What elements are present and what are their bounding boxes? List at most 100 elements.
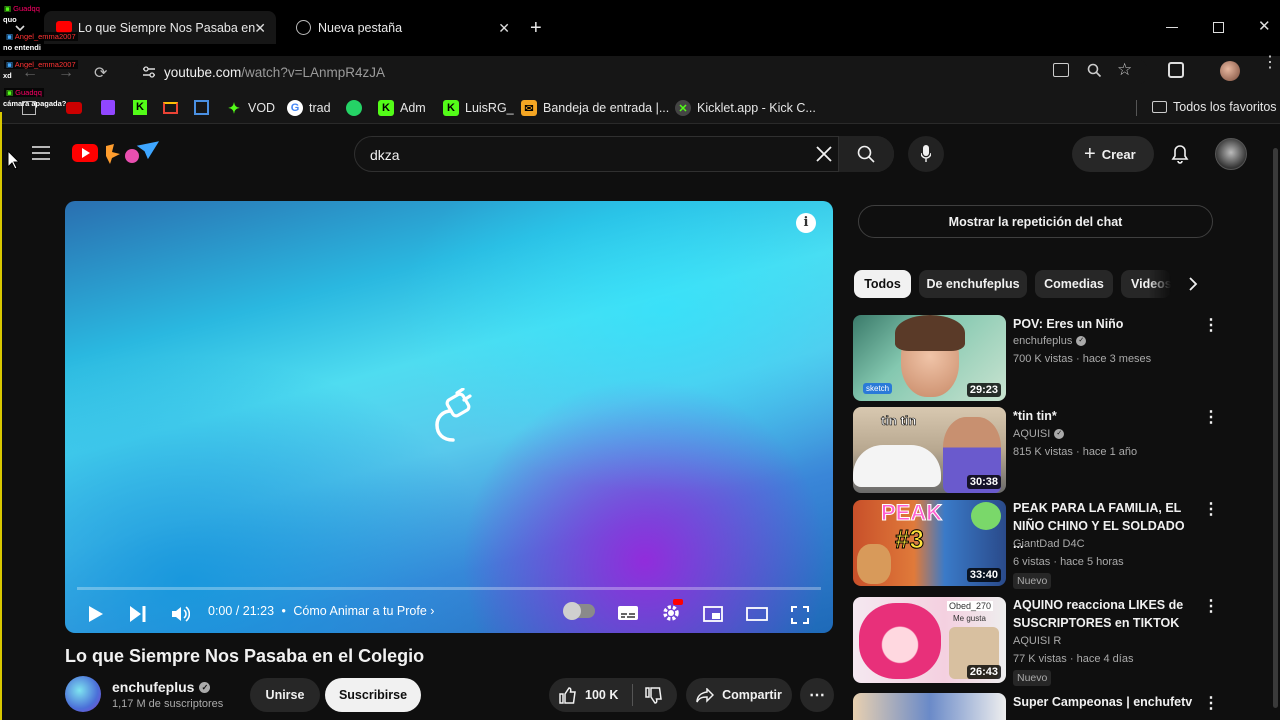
video-title[interactable]: POV: Eres un Niño [1013,315,1193,333]
search-bar[interactable] [354,136,894,172]
video-title[interactable]: *tin tin* [1013,407,1193,425]
chat-text: no entendi [3,43,41,52]
notifications-bell-icon[interactable] [1171,145,1189,164]
dislike-button[interactable] [645,686,663,704]
close-icon[interactable]: ✕ [498,20,510,37]
share-label: Compartir [722,688,782,702]
like-button[interactable]: 100 K [559,686,619,704]
video-title[interactable]: AQUINO reacciona LIKES de SUSCRIPTORES e… [1013,596,1193,632]
page-scrollbar[interactable] [1273,148,1278,708]
like-count: 100 K [585,688,619,702]
autoplay-toggle[interactable] [563,602,595,620]
extensions-icon[interactable] [1168,62,1184,78]
minimize-icon[interactable] [1166,27,1178,28]
create-button[interactable]: + Crear [1072,136,1154,172]
all-bookmarks[interactable]: Todos los favoritos [1152,100,1277,114]
video-title[interactable]: Super Campeonas | enchufetv [1013,693,1203,711]
theater-mode-icon[interactable] [746,606,768,622]
more-vertical-icon[interactable]: ⋮ [1203,410,1219,426]
chip-videos[interactable]: Videos [1121,270,1171,298]
whatsapp-bookmark-icon[interactable] [346,100,362,116]
bookmark-vod[interactable]: ✦ VOD [226,100,275,116]
chip-todos[interactable]: Todos [854,270,911,298]
video-channel[interactable]: AQUISI R [1013,633,1061,649]
progress-bar[interactable] [77,587,821,590]
bookmark-luisrg[interactable]: K LuisRG_ [443,100,514,116]
channel-avatar[interactable] [65,676,101,712]
video-thumbnail[interactable]: Obed_270 Me gusta 26:43 [853,597,1006,683]
gmail-bookmark-icon[interactable] [163,102,178,114]
close-icon[interactable]: ✕ [254,20,266,37]
browser-menu-icon[interactable]: ⋮ [1262,55,1278,71]
profile-avatar[interactable] [1220,61,1240,81]
chip-comedias[interactable]: Comedias [1035,270,1113,298]
hamburger-menu-icon[interactable] [32,146,50,160]
video-thumbnail[interactable]: PEAK #3 33:40 [853,500,1006,586]
zoom-icon[interactable] [1087,63,1102,78]
time-text: 0:00 / 21:23 [208,604,275,618]
join-label: Unirse [265,688,305,702]
chapter-title[interactable]: Cómo Animar a tu Profe [293,604,426,618]
mouse-cursor-icon [7,150,19,170]
verified-icon: ✓ [199,681,211,693]
clear-search-icon[interactable] [815,145,833,163]
plus-icon: + [1084,143,1096,165]
bookmark-bandeja[interactable]: ✉ Bandeja de entrada |... [521,100,669,116]
restore-icon[interactable] [1213,22,1224,33]
more-vertical-icon[interactable]: ⋮ [1203,502,1219,518]
search-button[interactable] [838,136,894,172]
video-player[interactable]: i 0:00 / 21:23 • Cómo Animar a tu Profe … [65,201,833,633]
search-input[interactable] [370,145,800,165]
video-thumbnail[interactable]: sketch 29:23 [853,315,1006,401]
bookmark-adm[interactable]: K Adm [378,100,426,116]
time-display: 0:00 / 21:23 • Cómo Animar a tu Profe › [208,604,435,618]
chat-replay-button[interactable]: Mostrar la repetición del chat [858,205,1213,238]
video-meta: 700 K vistas · hace 3 meses [1013,353,1152,365]
miniplayer-icon[interactable] [703,606,723,622]
chip-label: De enchufeplus [926,277,1020,291]
video-channel[interactable]: AQUISI ✓ [1013,426,1065,442]
bookmark-kicklet[interactable]: ✕ Kicklet.app - Kick C... [675,100,816,116]
volume-icon[interactable] [172,606,190,622]
subscribe-button[interactable]: Suscribirse [325,678,421,712]
thumbnail-text: tin tin [881,413,917,429]
thumbnail-character [859,603,941,679]
bookmark-trad[interactable]: Gtrad [287,100,331,116]
settings-gear-icon[interactable] [661,599,683,623]
info-icon[interactable]: i [796,213,816,233]
more-vertical-icon[interactable]: ⋮ [1203,696,1219,712]
app-bookmark-icon[interactable] [194,100,209,115]
channel-name[interactable]: enchufeplus ✓ [112,679,211,695]
next-button[interactable] [130,606,146,622]
bookmark-star-icon[interactable]: ☆ [1117,60,1132,80]
channel-name: AQUISI [1013,428,1051,440]
account-avatar[interactable] [1215,138,1247,170]
search-icon [857,145,875,163]
subtitles-icon[interactable] [618,606,638,620]
share-button[interactable]: Compartir [686,678,792,712]
chip-channel[interactable]: De enchufeplus [919,270,1027,298]
more-vertical-icon[interactable]: ⋮ [1203,599,1219,615]
kicklet-icon: ✕ [675,100,691,116]
close-window-icon[interactable]: ✕ [1258,17,1271,35]
play-button[interactable] [89,606,103,622]
new-tab-plus-icon[interactable]: + [530,18,542,38]
address-bar[interactable]: youtube.com/watch?v=LAnmpR4zJA [136,58,1148,86]
video-thumbnail[interactable] [853,693,1006,720]
chevron-right-icon[interactable] [1188,277,1198,291]
subscriber-count: 1,17 M de suscriptores [112,698,224,710]
bookmark-label: Todos los favoritos [1173,100,1277,114]
video-thumbnail[interactable]: tin tin 30:38 [853,407,1006,493]
join-button[interactable]: Unirse [250,678,320,712]
globe-icon [296,20,311,35]
video-channel[interactable]: enchufeplus ✓ [1013,333,1087,349]
tab-new[interactable]: Nueva pestaña ✕ [286,11,520,44]
more-actions-button[interactable]: ⋯ [800,678,834,712]
fullscreen-icon[interactable] [791,606,809,624]
video-channel[interactable]: GiantDad D4C [1013,536,1085,552]
voice-search-button[interactable] [908,136,944,172]
youtube-logo[interactable] [72,140,162,166]
install-app-icon[interactable] [1053,63,1069,77]
more-vertical-icon[interactable]: ⋮ [1203,318,1219,334]
share-icon [696,687,715,703]
